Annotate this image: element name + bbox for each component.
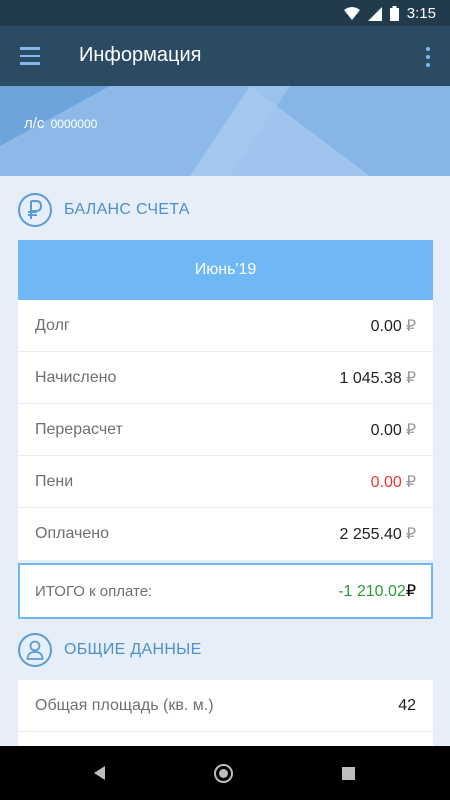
- account-number: л/с 0000000: [24, 115, 97, 132]
- balance-row-recalculation: Перерасчет 0.00 ₽: [18, 404, 433, 456]
- balance-section-title: БАЛАНС СЧЕТА: [64, 201, 190, 218]
- ruble-sign: ₽: [405, 421, 416, 439]
- ruble-icon: [18, 193, 52, 227]
- general-section-header: ОБЩИЕ ДАННЫЕ: [18, 633, 202, 667]
- row-value: 0.00: [370, 317, 402, 335]
- balance-section-header: БАЛАНС СЧЕТА: [18, 193, 190, 227]
- balance-row-penalty: Пени 0.00 ₽: [18, 456, 433, 508]
- ruble-sign: ₽: [405, 526, 416, 543]
- row-label: Общая площадь (кв. м.): [35, 696, 214, 714]
- general-row-area: Общая площадь (кв. м.) 42: [18, 680, 433, 732]
- account-banner: л/с 0000000: [0, 86, 450, 176]
- row-value: 0.00: [370, 421, 402, 439]
- recent-apps-icon[interactable]: [342, 767, 355, 780]
- period-selector[interactable]: Июнь'19: [18, 240, 433, 300]
- home-icon[interactable]: [214, 764, 233, 783]
- row-value: 0.00: [370, 473, 402, 491]
- ruble-sign: ₽: [405, 369, 416, 387]
- app-bar: Информация: [0, 26, 450, 86]
- status-time: 3:15: [406, 5, 436, 22]
- menu-button[interactable]: [20, 43, 50, 69]
- ruble-sign: ₽: [405, 317, 416, 335]
- general-card: Общая площадь (кв. м.) 42: [18, 680, 433, 746]
- back-icon[interactable]: [94, 766, 105, 780]
- total-value: -1 210.02: [338, 583, 406, 600]
- user-icon: [18, 633, 52, 667]
- account-value: 0000000: [50, 117, 98, 131]
- more-options-icon[interactable]: [422, 44, 434, 70]
- page-title: Информация: [79, 44, 202, 66]
- balance-row-debt: Долг 0.00 ₽: [18, 300, 433, 352]
- row-label: Долг: [35, 316, 70, 334]
- row-label: Перерасчет: [35, 420, 123, 438]
- row-label: Пени: [35, 472, 74, 490]
- balance-card: Июнь'19 Долг 0.00 ₽ Начислено 1 045.38 ₽ П…: [18, 240, 433, 560]
- ruble-sign: ₽: [405, 583, 416, 600]
- battery-icon: [389, 6, 399, 21]
- wifi-icon: [343, 6, 360, 20]
- total-due-row: ИТОГО к оплате: -1 210.02₽: [18, 563, 433, 619]
- row-value: 2 255.40: [339, 526, 402, 543]
- row-value: 42: [398, 696, 416, 714]
- total-label: ИТОГО к оплате:: [35, 582, 153, 600]
- balance-row-paid: Оплачено 2 255.40 ₽: [18, 508, 433, 560]
- ruble-sign: ₽: [405, 473, 416, 491]
- system-nav-bar: [0, 746, 450, 800]
- account-prefix: л/с: [24, 115, 45, 132]
- main-content: БАЛАНС СЧЕТА Июнь'19 Долг 0.00 ₽ Начислен…: [0, 176, 450, 746]
- status-bar: 3:15: [0, 0, 450, 26]
- balance-row-charged: Начислено 1 045.38 ₽: [18, 352, 433, 404]
- row-label: Оплачено: [35, 525, 109, 542]
- row-value: 1 045.38: [339, 369, 402, 387]
- general-section-title: ОБЩИЕ ДАННЫЕ: [64, 641, 202, 658]
- signal-icon: [367, 6, 382, 21]
- row-label: Начислено: [35, 368, 117, 386]
